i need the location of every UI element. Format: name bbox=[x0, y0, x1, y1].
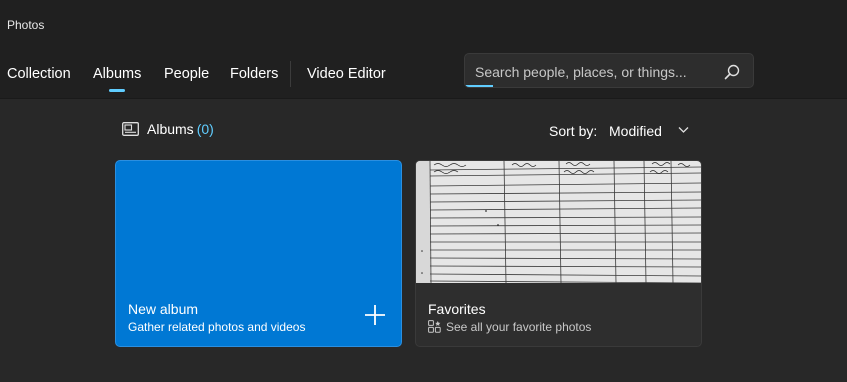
favorites-card[interactable]: Favorites See all your favorite photos bbox=[415, 160, 702, 347]
plus-icon bbox=[365, 305, 385, 325]
search-box[interactable]: Search people, places, or things... bbox=[464, 53, 754, 88]
nav-tab-albums[interactable]: Albums bbox=[93, 66, 141, 82]
app-title: Photos bbox=[7, 18, 45, 32]
new-album-card[interactable]: New album Gather related photos and vide… bbox=[115, 160, 402, 347]
nav-tab-collection[interactable]: Collection bbox=[7, 66, 71, 82]
sort-label: Sort by: bbox=[549, 123, 598, 139]
albums-count: (0) bbox=[196, 121, 214, 137]
favorites-subtitle: See all your favorite photos bbox=[446, 320, 592, 334]
nav-divider bbox=[290, 61, 291, 87]
nav-tab-people[interactable]: People bbox=[164, 66, 209, 82]
albums-icon bbox=[122, 122, 139, 136]
new-album-subtitle: Gather related photos and videos bbox=[128, 320, 306, 334]
title-bar: Photos bbox=[0, 0, 847, 50]
favorites-grid-icon bbox=[428, 320, 441, 333]
search-icon[interactable] bbox=[724, 64, 740, 80]
favorites-title: Favorites bbox=[428, 301, 486, 317]
chevron-down-icon[interactable] bbox=[678, 126, 689, 134]
new-album-title: New album bbox=[128, 301, 199, 317]
nav-tab-video-editor[interactable]: Video Editor bbox=[307, 66, 386, 82]
search-input[interactable]: Search people, places, or things... bbox=[475, 64, 687, 80]
albums-header: Albums (0) bbox=[147, 121, 214, 137]
active-tab-indicator bbox=[109, 89, 125, 92]
sort-dropdown[interactable]: Modified bbox=[609, 123, 662, 139]
nav-tab-folders[interactable]: Folders bbox=[230, 66, 278, 82]
albums-header-label: Albums bbox=[147, 121, 194, 137]
search-focus-indicator bbox=[465, 85, 493, 87]
favorites-thumbnail bbox=[416, 161, 701, 283]
